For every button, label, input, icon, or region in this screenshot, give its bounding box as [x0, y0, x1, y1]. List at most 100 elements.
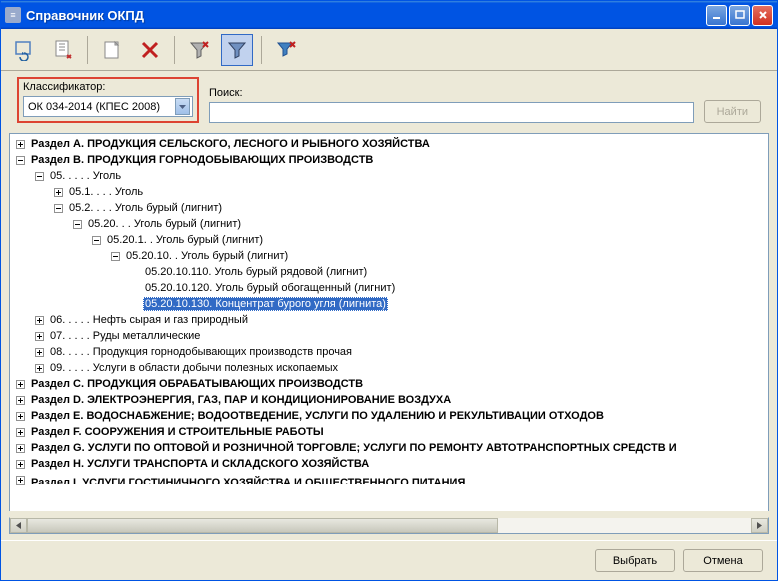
filter-button[interactable] [221, 34, 253, 66]
tree-item-label: Раздел G. УСЛУГИ ПО ОПТОВОЙ И РОЗНИЧНОЙ … [29, 441, 679, 455]
toolbar-separator [174, 36, 175, 64]
toolbar-separator [87, 36, 88, 64]
tree-item-label: 05.20. . . Уголь бурый (лигнит) [86, 217, 243, 231]
tree-item[interactable]: 05.20.10. . Уголь бурый (лигнит) [10, 248, 768, 264]
tree-item-label: 05.20.1. . Уголь бурый (лигнит) [105, 233, 265, 247]
expand-icon[interactable] [16, 140, 25, 149]
tree-item[interactable]: Раздел A. ПРОДУКЦИЯ СЕЛЬСКОГО, ЛЕСНОГО И… [10, 136, 768, 152]
tree-item-label: 05.20.10.110. Уголь бурый рядовой (лигни… [143, 265, 369, 279]
expand-icon[interactable] [16, 444, 25, 453]
search-group: Поиск: [209, 87, 694, 123]
collapse-icon[interactable] [16, 156, 25, 165]
select-button[interactable]: Выбрать [595, 549, 675, 572]
tree-item-label: Раздел D. ЭЛЕКТРОЭНЕРГИЯ, ГАЗ, ПАР И КОН… [29, 393, 453, 407]
collapse-icon[interactable] [111, 252, 120, 261]
tree-item-label: 05.20.10. . Уголь бурый (лигнит) [124, 249, 290, 263]
close-button[interactable] [752, 5, 773, 26]
toolbar [1, 29, 777, 71]
tree-item[interactable]: 05.20. . . Уголь бурый (лигнит) [10, 216, 768, 232]
expand-icon[interactable] [16, 412, 25, 421]
filter-panel: Классификатор: ОК 034-2014 (КПЕС 2008) П… [1, 71, 777, 133]
collapse-icon[interactable] [92, 236, 101, 245]
tree-item-label: Раздел A. ПРОДУКЦИЯ СЕЛЬСКОГО, ЛЕСНОГО И… [29, 137, 432, 151]
titlebar[interactable]: ≡ Справочник ОКПД [1, 1, 777, 29]
new-button[interactable] [96, 34, 128, 66]
tree-item-label: 07. . . . . Руды металлические [48, 329, 202, 343]
tree-item-label: Раздел C. ПРОДУКЦИЯ ОБРАБАТЫВАЮЩИХ ПРОИЗ… [29, 377, 365, 391]
tree-item[interactable]: Раздел E. ВОДОСНАБЖЕНИЕ; ВОДООТВЕДЕНИЕ, … [10, 408, 768, 424]
collapse-icon[interactable] [54, 204, 63, 213]
expand-icon[interactable] [35, 364, 44, 373]
filter-off-button[interactable] [183, 34, 215, 66]
expand-icon[interactable] [35, 348, 44, 357]
tree-item[interactable]: Раздел H. УСЛУГИ ТРАНСПОРТА И СКЛАДСКОГО… [10, 456, 768, 472]
tree-item[interactable]: 07. . . . . Руды металлические [10, 328, 768, 344]
tree-item-label: 05.20.10.120. Уголь бурый обогащенный (л… [143, 281, 397, 295]
tree-item[interactable]: Раздел B. ПРОДУКЦИЯ ГОРНОДОБЫВАЮЩИХ ПРОИ… [10, 152, 768, 168]
collapse-icon[interactable] [35, 172, 44, 181]
scroll-left-button[interactable] [10, 518, 27, 533]
scroll-right-button[interactable] [751, 518, 768, 533]
tree-item[interactable]: 05. . . . . Уголь [10, 168, 768, 184]
tree-item[interactable]: Раздел F. СООРУЖЕНИЯ И СТРОИТЕЛЬНЫЕ РАБО… [10, 424, 768, 440]
delete-button[interactable] [134, 34, 166, 66]
tree-item[interactable]: Раздел D. ЭЛЕКТРОЭНЕРГИЯ, ГАЗ, ПАР И КОН… [10, 392, 768, 408]
tree-item-label: 08. . . . . Продукция горнодобывающих пр… [48, 345, 354, 359]
chevron-down-icon [175, 98, 190, 115]
maximize-button[interactable] [729, 5, 750, 26]
tree-item[interactable]: 05.2. . . . Уголь бурый (лигнит) [10, 200, 768, 216]
tree-item-label: Раздел H. УСЛУГИ ТРАНСПОРТА И СКЛАДСКОГО… [29, 457, 371, 471]
expand-icon[interactable] [16, 428, 25, 437]
app-icon: ≡ [5, 7, 21, 23]
tree-item-label: 09. . . . . Услуги в области добычи поле… [48, 361, 340, 375]
window-title: Справочник ОКПД [26, 8, 706, 23]
expand-icon[interactable] [16, 476, 25, 485]
expand-icon[interactable] [16, 460, 25, 469]
expand-icon[interactable] [54, 188, 63, 197]
tree-item-label: 05. . . . . Уголь [48, 169, 123, 183]
classifier-group: Классификатор: ОК 034-2014 (КПЕС 2008) [17, 77, 199, 123]
scroll-track[interactable] [27, 518, 751, 533]
cancel-button[interactable]: Отмена [683, 549, 763, 572]
tree-item-label: Раздел F. СООРУЖЕНИЯ И СТРОИТЕЛЬНЫЕ РАБО… [29, 425, 326, 439]
tree-item[interactable]: 05.20.1. . Уголь бурый (лигнит) [10, 232, 768, 248]
tree-item[interactable]: Раздел I. УСЛУГИ ГОСТИНИЧНОГО ХОЗЯЙСТВА … [10, 472, 768, 488]
expand-icon[interactable] [35, 332, 44, 341]
tree-item[interactable]: 05.20.10.110. Уголь бурый рядовой (лигни… [10, 264, 768, 280]
tree-item[interactable]: 09. . . . . Услуги в области добычи поле… [10, 360, 768, 376]
tree[interactable]: Раздел A. ПРОДУКЦИЯ СЕЛЬСКОГО, ЛЕСНОГО И… [9, 133, 769, 511]
minimize-button[interactable] [706, 5, 727, 26]
toolbar-separator [261, 36, 262, 64]
tree-item-label: Раздел B. ПРОДУКЦИЯ ГОРНОДОБЫВАЮЩИХ ПРОИ… [29, 153, 375, 167]
classifier-label: Классификатор: [23, 81, 193, 93]
export-button[interactable] [47, 34, 79, 66]
tree-item-label: Раздел E. ВОДОСНАБЖЕНИЕ; ВОДООТВЕДЕНИЕ, … [29, 409, 606, 423]
tree-item[interactable]: 05.20.10.120. Уголь бурый обогащенный (л… [10, 280, 768, 296]
expand-icon[interactable] [16, 396, 25, 405]
tree-item[interactable]: 05.1. . . . Уголь [10, 184, 768, 200]
filter-clear-button[interactable] [270, 34, 302, 66]
window-buttons [706, 5, 773, 26]
tree-item[interactable]: Раздел C. ПРОДУКЦИЯ ОБРАБАТЫВАЮЩИХ ПРОИЗ… [10, 376, 768, 392]
window: ≡ Справочник ОКПД Классификатор: ОК 034-… [0, 0, 778, 581]
tree-item[interactable]: Раздел G. УСЛУГИ ПО ОПТОВОЙ И РОЗНИЧНОЙ … [10, 440, 768, 456]
tree-item-label: 05.2. . . . Уголь бурый (лигнит) [67, 201, 224, 215]
tree-item[interactable]: 05.20.10.130. Концентрат бурого угля (ли… [10, 296, 768, 312]
tree-item[interactable]: 08. . . . . Продукция горнодобывающих пр… [10, 344, 768, 360]
refresh-button[interactable] [9, 34, 41, 66]
search-label: Поиск: [209, 87, 694, 99]
bottom-bar: Выбрать Отмена [1, 540, 777, 580]
tree-item-label: Раздел I. УСЛУГИ ГОСТИНИЧНОГО ХОЗЯЙСТВА … [29, 476, 467, 484]
tree-item-label: 05.20.10.130. Концентрат бурого угля (ли… [143, 297, 388, 311]
classifier-combo[interactable]: ОК 034-2014 (КПЕС 2008) [23, 96, 193, 117]
collapse-icon[interactable] [73, 220, 82, 229]
scroll-thumb[interactable] [27, 518, 498, 533]
tree-item-label: 06. . . . . Нефть сырая и газ природный [48, 313, 250, 327]
search-input[interactable] [209, 102, 694, 123]
expand-icon[interactable] [35, 316, 44, 325]
horizontal-scrollbar[interactable] [9, 517, 769, 534]
classifier-value: ОК 034-2014 (КПЕС 2008) [28, 101, 175, 113]
expand-icon[interactable] [16, 380, 25, 389]
find-button[interactable]: Найти [704, 100, 761, 123]
tree-item[interactable]: 06. . . . . Нефть сырая и газ природный [10, 312, 768, 328]
